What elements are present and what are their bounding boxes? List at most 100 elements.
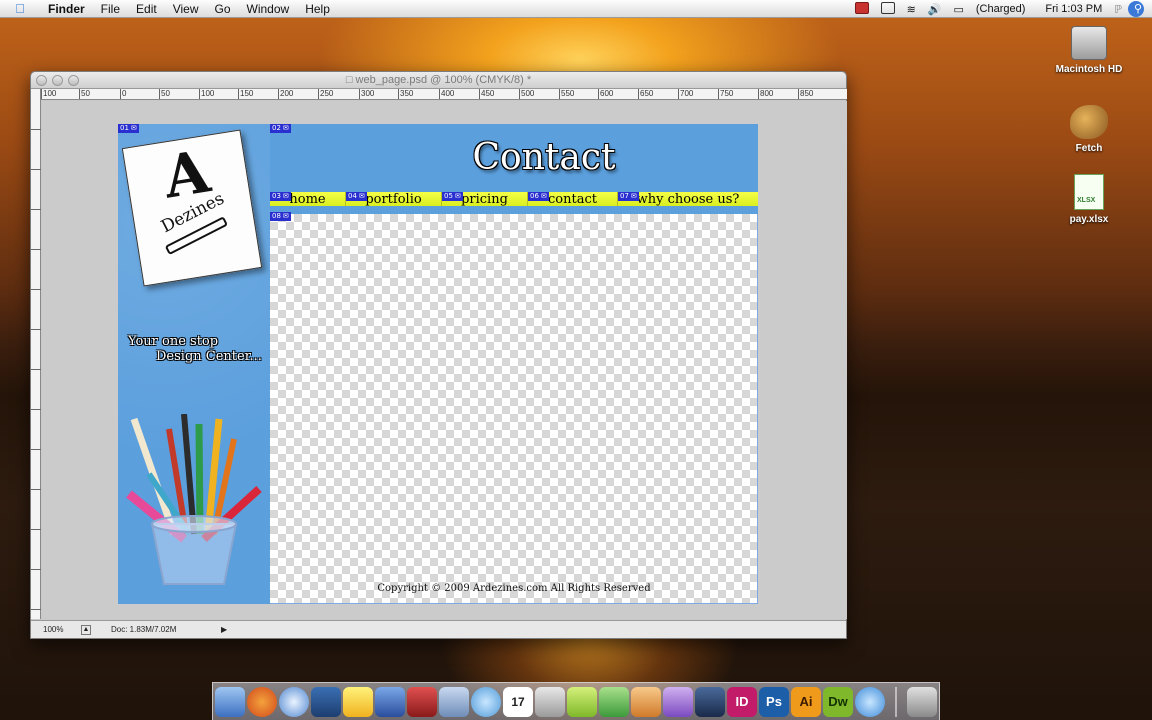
menu-window[interactable]: Window xyxy=(239,2,298,16)
dock-illustrator-icon[interactable]: Ai xyxy=(791,686,821,717)
dock-photoshop-icon[interactable]: Ps xyxy=(759,686,789,717)
bluetooth-icon[interactable]: ℙ xyxy=(1108,3,1128,16)
slice-tag-05[interactable]: 05 xyxy=(442,192,463,201)
desktop-icon-label: Fetch xyxy=(1075,143,1103,154)
document-icon: □ xyxy=(345,74,353,86)
pencil-cup-image xyxy=(126,414,262,585)
desktop-icon-macintosh-hd[interactable]: Macintosh HD xyxy=(1044,26,1134,75)
volume-icon[interactable]: 🔊 xyxy=(922,3,948,16)
adobe-status-icon[interactable] xyxy=(849,1,875,17)
slice-tag-07[interactable]: 07 xyxy=(618,192,639,201)
slice-tag-08[interactable]: 08 xyxy=(270,212,291,221)
dock-directory-icon[interactable] xyxy=(311,686,341,717)
copyright-text: Copyright © 2009 Ardezines.com All Right… xyxy=(377,583,651,594)
desktop-icon-label: pay.xlsx xyxy=(1069,214,1109,225)
menu-bar:  Finder File Edit View Go Window Help ≋… xyxy=(0,0,1152,18)
dock-calendar-icon[interactable]: 17 xyxy=(503,686,533,717)
status-menu-arrow-icon[interactable]: ▶ xyxy=(221,625,227,634)
dock-trash-icon[interactable] xyxy=(907,686,937,717)
ruler-tick: 50 xyxy=(159,89,170,99)
dock-clapper-icon[interactable] xyxy=(375,686,405,717)
desktop-icon-fetch[interactable]: Fetch xyxy=(1044,105,1134,154)
ruler-tick: 700 xyxy=(678,89,694,99)
dock-red-app-icon[interactable] xyxy=(407,686,437,717)
tagline-line-2: Design Center... xyxy=(156,349,262,364)
slice-tag-06[interactable]: 06 xyxy=(528,192,549,201)
dock-orange-app-icon[interactable] xyxy=(631,686,661,717)
spotlight-search-icon[interactable]: ⚲ xyxy=(1128,1,1144,17)
battery-status[interactable]: (Charged) xyxy=(970,3,1032,15)
web-page-mockup[interactable]: A Dezines Your one stop Design Center...… xyxy=(118,124,758,604)
menu-go[interactable]: Go xyxy=(207,2,239,16)
sidebar-panel: A Dezines Your one stop Design Center... xyxy=(118,124,270,604)
slice-tag-04[interactable]: 04 xyxy=(346,192,367,201)
dock-ichat-icon[interactable] xyxy=(471,686,501,717)
dock-firefox-icon[interactable] xyxy=(247,686,277,717)
dock-people-app-icon[interactable] xyxy=(855,686,885,717)
menu-view[interactable]: View xyxy=(165,2,207,16)
ruler-tick: 800 xyxy=(758,89,774,99)
vertical-ruler[interactable] xyxy=(31,89,41,619)
ruler-tick: 450 xyxy=(479,89,495,99)
ruler-tick: 750 xyxy=(718,89,734,99)
slice-tag-02[interactable]: 02 xyxy=(270,124,291,133)
document-size-info: Doc: 1.83M/7.02M xyxy=(111,625,177,634)
window-title: web_page.psd @ 100% (CMYK/8) * xyxy=(355,74,532,86)
apple-menu-icon[interactable]:  xyxy=(0,1,40,16)
dock-preview-icon[interactable] xyxy=(439,686,469,717)
ruler-tick: 100 xyxy=(199,89,215,99)
transparent-content-area xyxy=(270,214,758,604)
dock-indesign-icon[interactable]: ID xyxy=(727,686,757,717)
fetch-dog-icon xyxy=(1070,105,1108,139)
dock-dreamweaver-icon[interactable]: Dw xyxy=(823,686,853,717)
zoom-window-button[interactable] xyxy=(68,75,79,86)
clock[interactable]: Fri 1:03 PM xyxy=(1031,3,1108,15)
menu-file[interactable]: File xyxy=(93,2,128,16)
ruler-tick: 600 xyxy=(598,89,614,99)
dock-film-app-icon[interactable] xyxy=(695,686,725,717)
battery-icon[interactable]: ▭ xyxy=(947,3,969,16)
tagline-line-1: Your one stop xyxy=(128,334,219,349)
wifi-icon[interactable]: ≋ xyxy=(901,3,922,16)
dock-separator xyxy=(895,686,897,717)
nav-item-why-choose-us[interactable]: why choose us? xyxy=(618,192,758,207)
dock-finder-icon[interactable] xyxy=(215,686,245,717)
menu-finder[interactable]: Finder xyxy=(40,2,93,16)
page-header: Contact xyxy=(270,124,758,192)
menu-edit[interactable]: Edit xyxy=(128,2,165,16)
ruler-tick: 850 xyxy=(798,89,814,99)
horizontal-ruler[interactable]: 100 50 0 50 100 150 200 250 300 350 400 … xyxy=(41,89,847,100)
desktop-icon-pay-xlsx[interactable]: pay.xlsx xyxy=(1044,174,1134,225)
dock-safari-icon[interactable] xyxy=(279,686,309,717)
ruler-tick: 350 xyxy=(398,89,414,99)
ruler-tick: 200 xyxy=(278,89,294,99)
zoom-level[interactable]: 100% xyxy=(31,625,77,634)
ruler-tick: 650 xyxy=(638,89,654,99)
status-bar: 100% ▲ Doc: 1.83M/7.02M ▶ xyxy=(31,620,846,638)
ruler-tick: 550 xyxy=(559,89,575,99)
ruler-tick: 250 xyxy=(318,89,334,99)
hard-drive-icon xyxy=(1071,26,1107,60)
slice-tag-03[interactable]: 03 xyxy=(270,192,291,201)
page-title: Contact xyxy=(472,137,616,178)
status-options-icon[interactable]: ▲ xyxy=(81,624,91,635)
display-icon[interactable] xyxy=(875,1,901,17)
dock-green-app-icon[interactable] xyxy=(599,686,629,717)
dock-lime-app-icon[interactable] xyxy=(567,686,597,717)
ruler-tick: 400 xyxy=(439,89,455,99)
dock-script-icon[interactable] xyxy=(343,686,373,717)
ruler-tick: 50 xyxy=(79,89,90,99)
window-titlebar[interactable]: □ web_page.psd @ 100% (CMYK/8) * xyxy=(31,72,846,89)
slice-tag-01[interactable]: 01 xyxy=(118,124,139,133)
dock: 17 ID Ps Ai Dw xyxy=(212,682,940,720)
ruler-tick: 300 xyxy=(359,89,375,99)
ruler-tick: 0 xyxy=(120,89,127,99)
ruler-tick: 500 xyxy=(519,89,535,99)
menu-help[interactable]: Help xyxy=(297,2,338,16)
minimize-window-button[interactable] xyxy=(52,75,63,86)
nav-bar: home portfolio pricing contact why choos… xyxy=(270,192,758,210)
dock-purple-app-icon[interactable] xyxy=(663,686,693,717)
dock-apple-app-icon[interactable] xyxy=(535,686,565,717)
ardezines-logo: A Dezines xyxy=(121,129,263,287)
close-window-button[interactable] xyxy=(36,75,47,86)
